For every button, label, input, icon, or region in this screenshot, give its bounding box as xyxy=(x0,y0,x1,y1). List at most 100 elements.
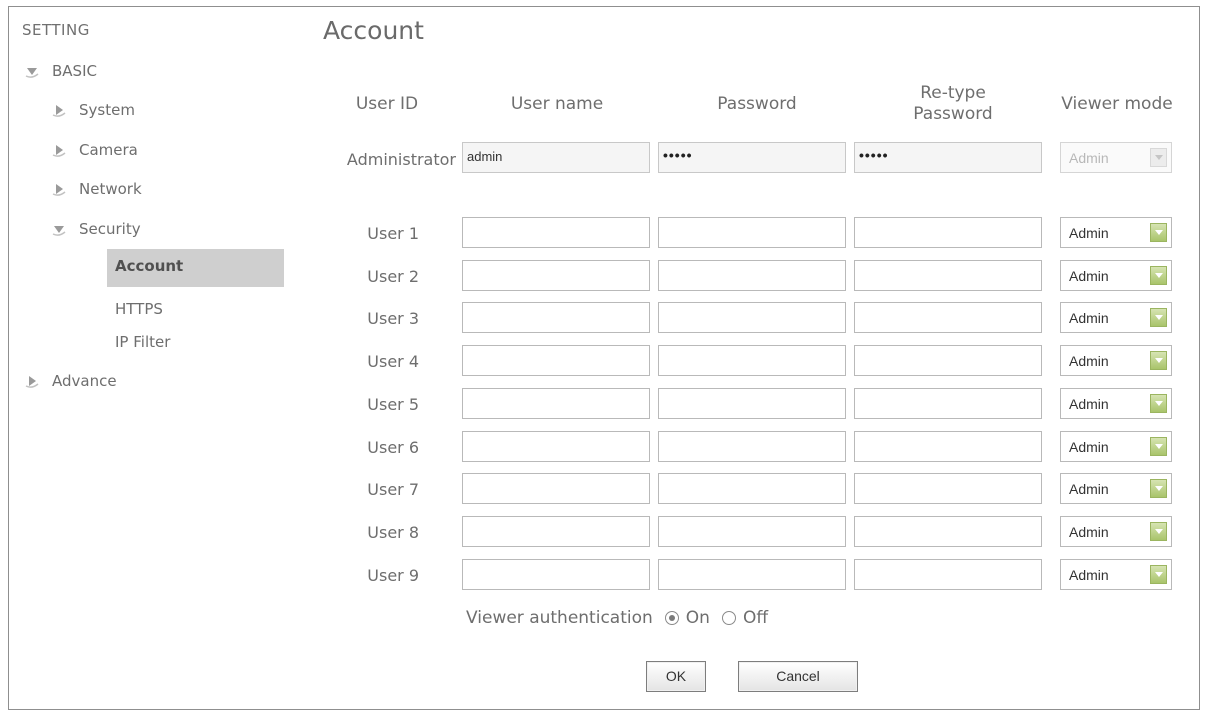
user-username-field[interactable] xyxy=(462,302,650,333)
user-password-field[interactable] xyxy=(658,473,846,504)
admin-label: Administrator xyxy=(346,150,456,169)
dropdown-arrow-icon xyxy=(1150,148,1167,167)
sidebar-title: SETTING xyxy=(22,21,90,39)
sidebar-item-label: Security xyxy=(79,220,141,238)
column-header-line: Password xyxy=(913,104,993,124)
select-value: Admin xyxy=(1069,524,1109,540)
expanded-arrow-icon xyxy=(25,68,39,78)
user-row-label: User 4 xyxy=(367,352,419,371)
user-row-label: User 9 xyxy=(367,566,419,585)
user-retype-password-field[interactable] xyxy=(854,516,1042,547)
user-viewer-mode-select[interactable]: Admin xyxy=(1060,260,1172,291)
sidebar-item-network[interactable]: Network xyxy=(51,180,142,198)
user-row-label: User 8 xyxy=(367,523,419,542)
user-username-field[interactable] xyxy=(462,516,650,547)
select-value: Admin xyxy=(1069,310,1109,326)
user-password-field[interactable] xyxy=(658,345,846,376)
viewer-auth-label: Viewer authentication xyxy=(466,608,653,628)
sidebar-item-https[interactable]: HTTPS xyxy=(115,300,163,318)
settings-frame: SETTING BASIC System Camera Network Secu… xyxy=(8,6,1200,710)
cancel-button[interactable]: Cancel xyxy=(738,661,858,692)
user-password-field[interactable] xyxy=(658,217,846,248)
user-retype-password-field[interactable] xyxy=(854,431,1042,462)
collapsed-arrow-icon xyxy=(52,145,66,157)
column-header-viewer-mode: Viewer mode xyxy=(1061,94,1173,114)
user-retype-password-field[interactable] xyxy=(854,388,1042,419)
user-row-label: User 2 xyxy=(367,267,419,286)
user-viewer-mode-select[interactable]: Admin xyxy=(1060,431,1172,462)
collapsed-arrow-icon xyxy=(52,105,66,117)
expanded-arrow-icon xyxy=(52,226,66,236)
user-username-field[interactable] xyxy=(462,559,650,590)
user-username-field[interactable] xyxy=(462,217,650,248)
ok-button[interactable]: OK xyxy=(646,661,706,692)
sidebar-item-system[interactable]: System xyxy=(51,101,135,119)
collapsed-arrow-icon xyxy=(52,184,66,196)
user-username-field[interactable] xyxy=(462,473,650,504)
user-viewer-mode-select[interactable]: Admin xyxy=(1060,516,1172,547)
user-viewer-mode-select[interactable]: Admin xyxy=(1060,559,1172,590)
user-row-label: User 3 xyxy=(367,309,419,328)
dropdown-arrow-icon xyxy=(1150,266,1167,285)
user-row-label: User 7 xyxy=(367,480,419,499)
admin-retype-password-field[interactable]: ••••• xyxy=(854,142,1042,173)
sidebar-item-label: System xyxy=(79,101,135,119)
select-value: Admin xyxy=(1069,481,1109,497)
user-viewer-mode-select[interactable]: Admin xyxy=(1060,473,1172,504)
user-password-field[interactable] xyxy=(658,431,846,462)
user-username-field[interactable] xyxy=(462,260,650,291)
user-viewer-mode-select[interactable]: Admin xyxy=(1060,217,1172,248)
dropdown-arrow-icon xyxy=(1150,223,1167,242)
user-viewer-mode-select[interactable]: Admin xyxy=(1060,302,1172,333)
user-username-field[interactable] xyxy=(462,388,650,419)
user-retype-password-field[interactable] xyxy=(854,559,1042,590)
sidebar-item-basic[interactable]: BASIC xyxy=(24,62,97,80)
dropdown-arrow-icon xyxy=(1150,522,1167,541)
user-retype-password-field[interactable] xyxy=(854,345,1042,376)
select-value: Admin xyxy=(1069,225,1109,241)
select-value: Admin xyxy=(1069,396,1109,412)
viewer-auth-on-label: On xyxy=(685,608,710,628)
admin-password-field[interactable]: ••••• xyxy=(658,142,846,173)
user-viewer-mode-select[interactable]: Admin xyxy=(1060,345,1172,376)
user-row-label: User 1 xyxy=(367,224,419,243)
viewer-auth-on-radio[interactable] xyxy=(664,611,679,625)
select-value: Admin xyxy=(1069,268,1109,284)
user-retype-password-field[interactable] xyxy=(854,302,1042,333)
sidebar-item-account[interactable]: Account xyxy=(107,249,284,287)
sidebar-item-camera[interactable]: Camera xyxy=(51,141,138,159)
user-username-field[interactable] xyxy=(462,431,650,462)
user-password-field[interactable] xyxy=(658,388,846,419)
column-header-user-name: User name xyxy=(510,94,604,114)
user-retype-password-field[interactable] xyxy=(854,473,1042,504)
viewer-auth-off-label: Off xyxy=(742,608,769,628)
viewer-auth-off-radio[interactable] xyxy=(721,611,736,625)
select-value: Admin xyxy=(1069,567,1109,583)
dropdown-arrow-icon xyxy=(1150,394,1167,413)
viewer-authentication: Viewer authentication On Off xyxy=(466,608,768,628)
user-password-field[interactable] xyxy=(658,559,846,590)
dropdown-arrow-icon xyxy=(1150,308,1167,327)
user-username-field[interactable] xyxy=(462,345,650,376)
column-header-user-id: User ID xyxy=(355,94,419,114)
user-password-field[interactable] xyxy=(658,260,846,291)
sidebar-item-security[interactable]: Security xyxy=(51,220,141,238)
page-title: Account xyxy=(323,16,424,45)
sidebar-item-label: Camera xyxy=(79,141,138,159)
dropdown-arrow-icon xyxy=(1150,351,1167,370)
select-value: Admin xyxy=(1069,353,1109,369)
user-retype-password-field[interactable] xyxy=(854,217,1042,248)
sidebar-item-label: BASIC xyxy=(52,62,97,80)
sidebar-item-ip-filter[interactable]: IP Filter xyxy=(115,333,170,351)
admin-username-field[interactable]: admin xyxy=(462,142,650,173)
user-viewer-mode-select[interactable]: Admin xyxy=(1060,388,1172,419)
user-retype-password-field[interactable] xyxy=(854,260,1042,291)
user-password-field[interactable] xyxy=(658,302,846,333)
user-row-label: User 6 xyxy=(367,438,419,457)
column-header-retype-password: Re-type Password xyxy=(883,83,1023,125)
user-password-field[interactable] xyxy=(658,516,846,547)
sidebar-item-label: Network xyxy=(79,180,142,198)
sidebar-item-advance[interactable]: Advance xyxy=(24,372,117,390)
sidebar: SETTING BASIC System Camera Network Secu… xyxy=(9,7,309,709)
collapsed-arrow-icon xyxy=(25,376,39,388)
